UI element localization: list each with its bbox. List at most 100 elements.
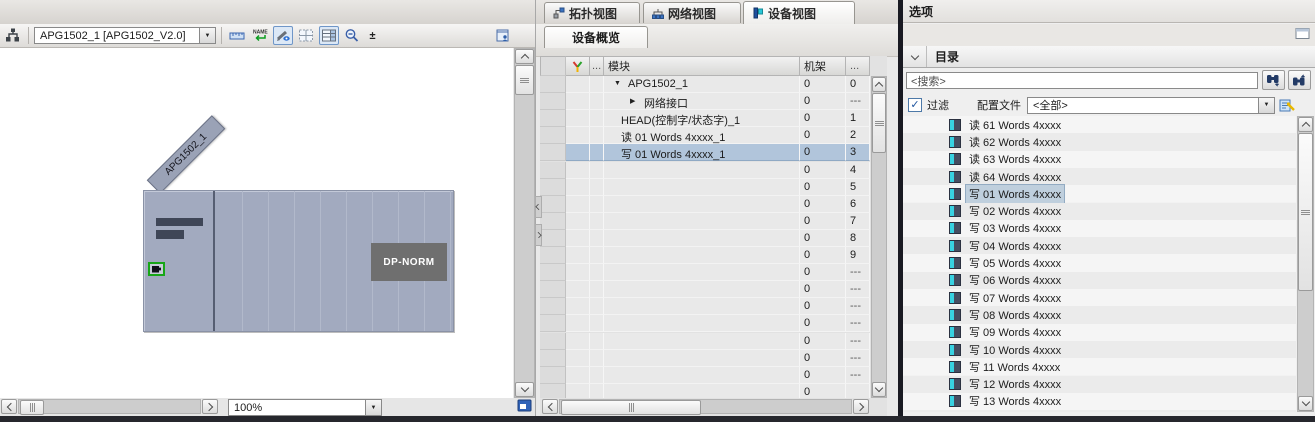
scrollbar-thumb[interactable] <box>20 400 44 415</box>
slot-cell[interactable]: 3 <box>846 144 870 161</box>
table-cell[interactable] <box>590 333 604 350</box>
slot-cell[interactable]: 6 <box>846 196 870 213</box>
table-cell[interactable] <box>540 367 566 384</box>
slot-cell[interactable]: 8 <box>846 230 870 247</box>
module-cell[interactable] <box>604 384 800 398</box>
catalog-item[interactable]: 写 12 Words 4xxxx <box>903 376 1296 393</box>
module-cell[interactable] <box>604 230 800 247</box>
table-cell[interactable] <box>566 315 590 332</box>
slot-cell[interactable]: --- <box>846 333 870 350</box>
zoom-out-button[interactable] <box>342 26 362 45</box>
overview-row[interactable]: ▶网络接口0--- <box>540 93 870 110</box>
slot-cell[interactable]: --- <box>846 350 870 367</box>
catalog-collapse-button[interactable] <box>903 46 927 67</box>
scroll-right-button[interactable] <box>853 399 869 414</box>
module-cell[interactable] <box>604 196 800 213</box>
scroll-up-button[interactable] <box>872 77 886 92</box>
table-cell[interactable] <box>566 196 590 213</box>
rack-cell[interactable]: 0 <box>800 333 846 350</box>
module-cell[interactable] <box>604 264 800 281</box>
module-cell[interactable]: HEAD(控制字/状态字)_1 <box>604 110 800 127</box>
table-cell[interactable] <box>540 127 566 144</box>
scroll-down-button[interactable] <box>1298 396 1313 411</box>
rack-cell[interactable]: 0 <box>800 93 846 110</box>
table-cell[interactable] <box>540 179 566 196</box>
table-cell[interactable] <box>566 93 590 110</box>
slot-cell[interactable]: 0 <box>846 76 870 93</box>
table-cell[interactable] <box>566 247 590 264</box>
table-cell[interactable] <box>566 350 590 367</box>
catalog-item[interactable]: 写 08 Words 4xxxx <box>903 306 1296 323</box>
overview-row[interactable]: 写 01 Words 4xxxx_103 <box>540 144 870 161</box>
table-cell[interactable] <box>590 127 604 144</box>
catalog-item[interactable]: 写 05 Words 4xxxx <box>903 254 1296 271</box>
catalog-item[interactable]: 写 13 Words 4xxxx <box>903 393 1296 410</box>
table-cell[interactable] <box>590 384 604 398</box>
table-cell[interactable] <box>566 281 590 298</box>
slot-cell[interactable]: 1 <box>846 110 870 127</box>
catalog-vertical-scrollbar[interactable] <box>1297 116 1314 412</box>
table-cell[interactable] <box>540 144 566 161</box>
scroll-down-button[interactable] <box>872 382 886 397</box>
module-cell[interactable] <box>604 367 800 384</box>
table-cell[interactable] <box>590 367 604 384</box>
catalog-item[interactable]: 写 04 Words 4xxxx <box>903 237 1296 254</box>
module-cell[interactable]: 写 01 Words 4xxxx_1 <box>604 144 800 161</box>
table-vertical-scrollbar[interactable] <box>871 76 887 398</box>
collapse-left-handle[interactable] <box>535 196 542 218</box>
overview-row[interactable]: ▼APG1502_100 <box>540 76 870 93</box>
overview-row[interactable]: HEAD(控制字/状态字)_101 <box>540 110 870 127</box>
table-cell[interactable] <box>540 281 566 298</box>
overview-row[interactable]: 04 <box>540 162 870 179</box>
search-up-button[interactable] <box>1288 70 1311 90</box>
collapse-panel-button[interactable] <box>1295 27 1311 41</box>
catalog-section-header[interactable]: 目录 <box>903 46 1315 68</box>
overview-row[interactable]: 0--- <box>540 315 870 332</box>
module-cell[interactable] <box>604 333 800 350</box>
filter-checkbox[interactable]: ✓ <box>908 98 922 112</box>
device-selector-combo[interactable]: APG1502_1 [APG1502_V2.0] ▼ <box>34 27 216 44</box>
overview-row[interactable]: 0 <box>540 384 870 398</box>
overview-row[interactable]: 0--- <box>540 264 870 281</box>
catalog-item[interactable]: 读 62 Words 4xxxx <box>903 133 1296 150</box>
rack-cell[interactable]: 0 <box>800 127 846 144</box>
slot-cell[interactable] <box>846 384 870 398</box>
catalog-item[interactable] <box>903 410 1296 412</box>
table-cell[interactable] <box>540 264 566 281</box>
slot-cell[interactable]: 9 <box>846 247 870 264</box>
scroll-left-button[interactable] <box>542 399 558 414</box>
rack-cell[interactable]: 0 <box>800 350 846 367</box>
fit-to-view-button[interactable] <box>517 399 533 413</box>
slot-cell[interactable]: 2 <box>846 127 870 144</box>
table-cell[interactable] <box>566 162 590 179</box>
module-cell[interactable] <box>604 281 800 298</box>
table-cell[interactable] <box>590 350 604 367</box>
overview-row[interactable]: 08 <box>540 230 870 247</box>
table-cell[interactable] <box>566 298 590 315</box>
table-cell[interactable] <box>590 162 604 179</box>
table-cell[interactable] <box>540 162 566 179</box>
scrollbar-thumb[interactable] <box>515 65 534 95</box>
overview-row[interactable]: 05 <box>540 179 870 196</box>
catalog-search-input[interactable]: <搜索> <box>906 72 1258 89</box>
grid-view-button[interactable] <box>296 26 316 45</box>
table-cell[interactable] <box>590 298 604 315</box>
device-diagonal-tag[interactable]: APG1502_1 <box>147 115 225 193</box>
module-cell[interactable] <box>604 162 800 179</box>
device-selector-dropdown-arrow[interactable]: ▼ <box>199 28 215 43</box>
search-down-button[interactable] <box>1262 70 1285 90</box>
keep-layout-button[interactable] <box>493 26 513 45</box>
rack-cell[interactable]: 0 <box>800 179 846 196</box>
table-cell[interactable] <box>540 333 566 350</box>
dp-port-connector[interactable] <box>148 262 165 276</box>
scroll-right-button[interactable] <box>202 399 218 414</box>
canvas-vertical-scrollbar[interactable] <box>514 48 535 398</box>
rack-cell[interactable]: 0 <box>800 367 846 384</box>
catalog-item[interactable]: 读 61 Words 4xxxx <box>903 116 1296 133</box>
slot-cell[interactable]: --- <box>846 298 870 315</box>
slot-cell[interactable]: 4 <box>846 162 870 179</box>
slot-cell[interactable]: --- <box>846 264 870 281</box>
catalog-item[interactable]: 写 06 Words 4xxxx <box>903 272 1296 289</box>
device-rack[interactable]: DP-NORM <box>143 190 454 332</box>
rack-cell[interactable]: 0 <box>800 196 846 213</box>
